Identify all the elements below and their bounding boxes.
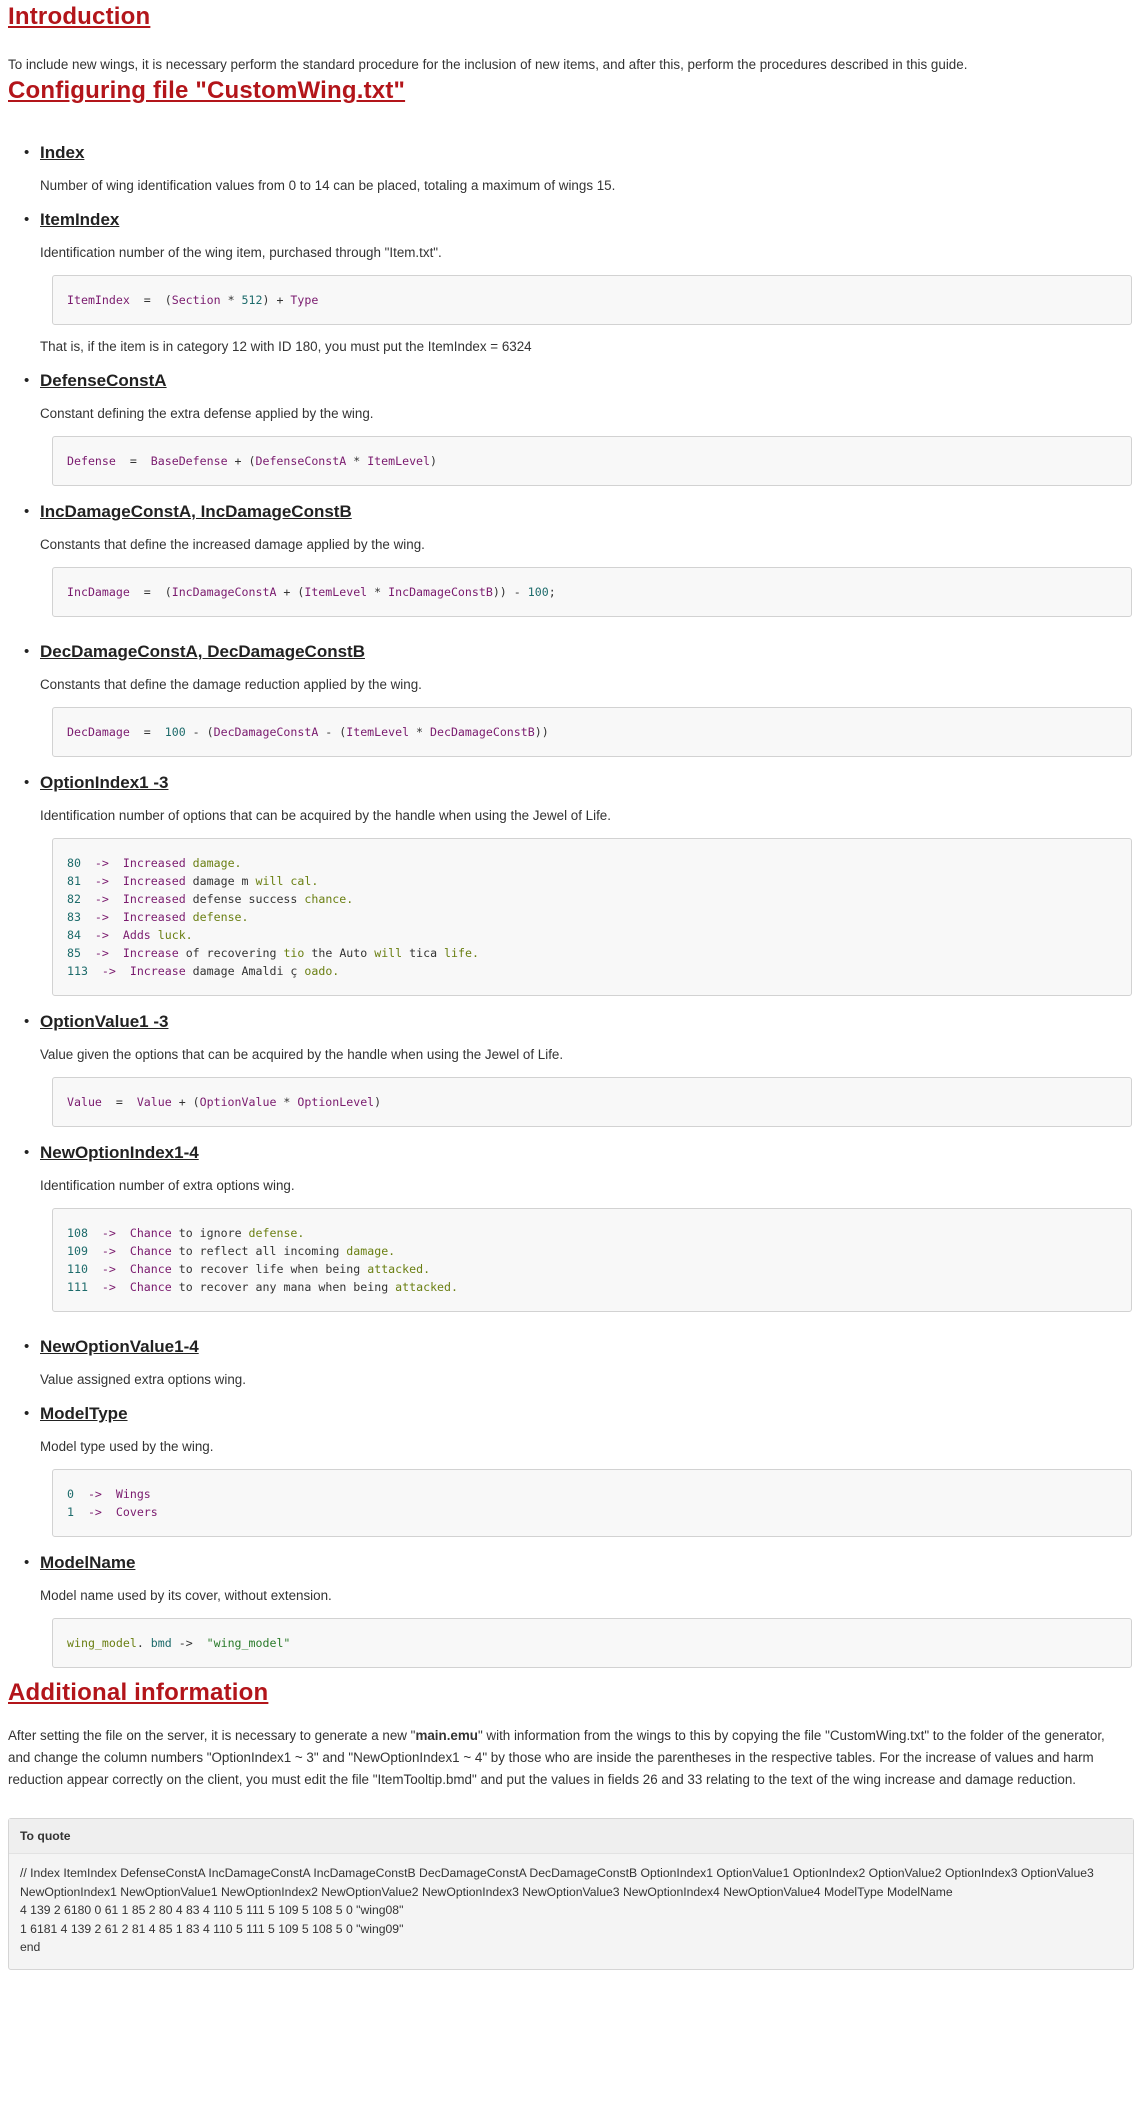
item-title-index: Index	[40, 143, 85, 162]
item-title-optionindex: OptionIndex1 -3	[40, 773, 169, 792]
item-title-newoptionindex: NewOptionIndex1-4	[40, 1143, 199, 1162]
heading-additional-information: Additional information	[8, 1679, 269, 1706]
code-line: 81 -> Increased damage m will cal.	[67, 874, 319, 888]
item-desc: Constant defining the extra defense appl…	[40, 406, 374, 421]
item-desc: Identification number of options that ca…	[40, 808, 611, 823]
list-item: OptionIndex1 -3 Identification number of…	[24, 770, 1132, 996]
code-line: 111 -> Chance to recover any mana when b…	[67, 1280, 458, 1294]
config-items-list: Index Number of wing identification valu…	[8, 140, 1132, 1668]
item-title-newoptionvalue: NewOptionValue1-4	[40, 1337, 199, 1356]
code-block-model-type: 0 -> Wings 1 -> Covers	[52, 1469, 1132, 1537]
code-line: 0 -> Wings	[67, 1487, 151, 1501]
code-block: Value = Value + (OptionValue * OptionLev…	[52, 1077, 1132, 1127]
list-item: ModelName Model name used by its cover, …	[24, 1550, 1132, 1668]
code-line: 83 -> Increased defense.	[67, 910, 249, 924]
item-note: That is, if the item is in category 12 w…	[40, 339, 532, 354]
quote-body: // Index ItemIndex DefenseConstA IncDama…	[9, 1854, 1133, 1969]
item-desc: Identification number of the wing item, …	[40, 245, 442, 260]
item-desc: Value assigned extra options wing.	[40, 1372, 246, 1387]
document: Introduction To include new wings, it is…	[0, 0, 1134, 1970]
item-desc: Value given the options that can be acqu…	[40, 1047, 564, 1062]
quote-box: To quote // Index ItemIndex DefenseConst…	[8, 1818, 1134, 1970]
code-line: 82 -> Increased defense success chance.	[67, 892, 354, 906]
quote-line: // Index ItemIndex DefenseConstA IncDama…	[20, 1866, 1094, 1899]
list-item: DecDamageConstA, DecDamageConstB Constan…	[24, 639, 1132, 757]
code-line: 109 -> Chance to reflect all incoming da…	[67, 1244, 396, 1258]
item-title-incdamageconst: IncDamageConstA, IncDamageConstB	[40, 502, 352, 521]
code-block: IncDamage = (IncDamageConstA + (ItemLeve…	[52, 567, 1132, 617]
item-desc: Model name used by its cover, without ex…	[40, 1588, 332, 1603]
additional-text-bold: main.emu	[415, 1728, 478, 1743]
list-item: DefenseConstA Constant defining the extr…	[24, 368, 1132, 486]
code-line: 85 -> Increase of recovering tio the Aut…	[67, 946, 479, 960]
code-line: 113 -> Increase damage Amaldi ç oado.	[67, 964, 340, 978]
quote-header: To quote	[9, 1819, 1133, 1854]
item-desc: Constants that define the damage reducti…	[40, 677, 422, 692]
list-item: Index Number of wing identification valu…	[24, 140, 1132, 196]
code-block-new-option-index: 108 -> Chance to ignore defense. 109 -> C…	[52, 1208, 1132, 1312]
quote-line: 1 6181 4 139 2 61 2 81 4 85 1 83 4 110 5…	[20, 1921, 404, 1936]
additional-text-a: After setting the file on the server, it…	[8, 1728, 416, 1743]
list-item: NewOptionIndex1-4 Identification number …	[24, 1140, 1132, 1312]
item-desc: Number of wing identification values fro…	[40, 178, 616, 193]
code-line: 80 -> Increased damage.	[67, 856, 242, 870]
code-line: 1 -> Covers	[67, 1505, 158, 1519]
list-item: OptionValue1 -3 Value given the options …	[24, 1009, 1132, 1127]
heading-introduction: Introduction	[8, 3, 151, 30]
code-block: ItemIndex = (Section * 512) + Type	[52, 275, 1132, 325]
list-item: NewOptionValue1-4 Value assigned extra o…	[24, 1334, 1132, 1390]
item-desc: Identification number of extra options w…	[40, 1178, 295, 1193]
code-line: 110 -> Chance to recover life when being…	[67, 1262, 431, 1276]
item-title-itemindex: ItemIndex	[40, 210, 120, 229]
code-line: 108 -> Chance to ignore defense.	[67, 1226, 305, 1240]
item-title-defenseconsta: DefenseConstA	[40, 371, 167, 390]
code-line: 84 -> Adds luck.	[67, 928, 193, 942]
heading-configuring-file: Configuring file "CustomWing.txt"	[8, 77, 406, 104]
code-block: DecDamage = 100 - (DecDamageConstA - (It…	[52, 707, 1132, 757]
quote-line: end	[20, 1940, 41, 1954]
list-item: ModelType Model type used by the wing. 0…	[24, 1401, 1132, 1537]
list-item: ItemIndex Identification number of the w…	[24, 207, 1132, 357]
code-block-option-index: 80 -> Increased damage. 81 -> Increased d…	[52, 838, 1132, 996]
additional-paragraph: After setting the file on the server, it…	[8, 1725, 1124, 1791]
item-desc: Model type used by the wing.	[40, 1439, 214, 1454]
code-block: wing_model. bmd -> "wing_model"	[52, 1618, 1132, 1668]
list-item: IncDamageConstA, IncDamageConstB Constan…	[24, 499, 1132, 617]
item-title-modeltype: ModelType	[40, 1404, 128, 1423]
item-title-optionvalue: OptionValue1 -3	[40, 1012, 169, 1031]
code-block: Defense = BaseDefense + (DefenseConstA *…	[52, 436, 1132, 486]
intro-paragraph: To include new wings, it is necessary pe…	[8, 57, 968, 72]
quote-line: 4 139 2 6180 0 61 1 85 2 80 4 83 4 110 5…	[20, 1903, 404, 1917]
item-title-modelname: ModelName	[40, 1553, 136, 1572]
item-desc: Constants that define the increased dama…	[40, 537, 425, 552]
item-title-decdamageconst: DecDamageConstA, DecDamageConstB	[40, 642, 365, 661]
